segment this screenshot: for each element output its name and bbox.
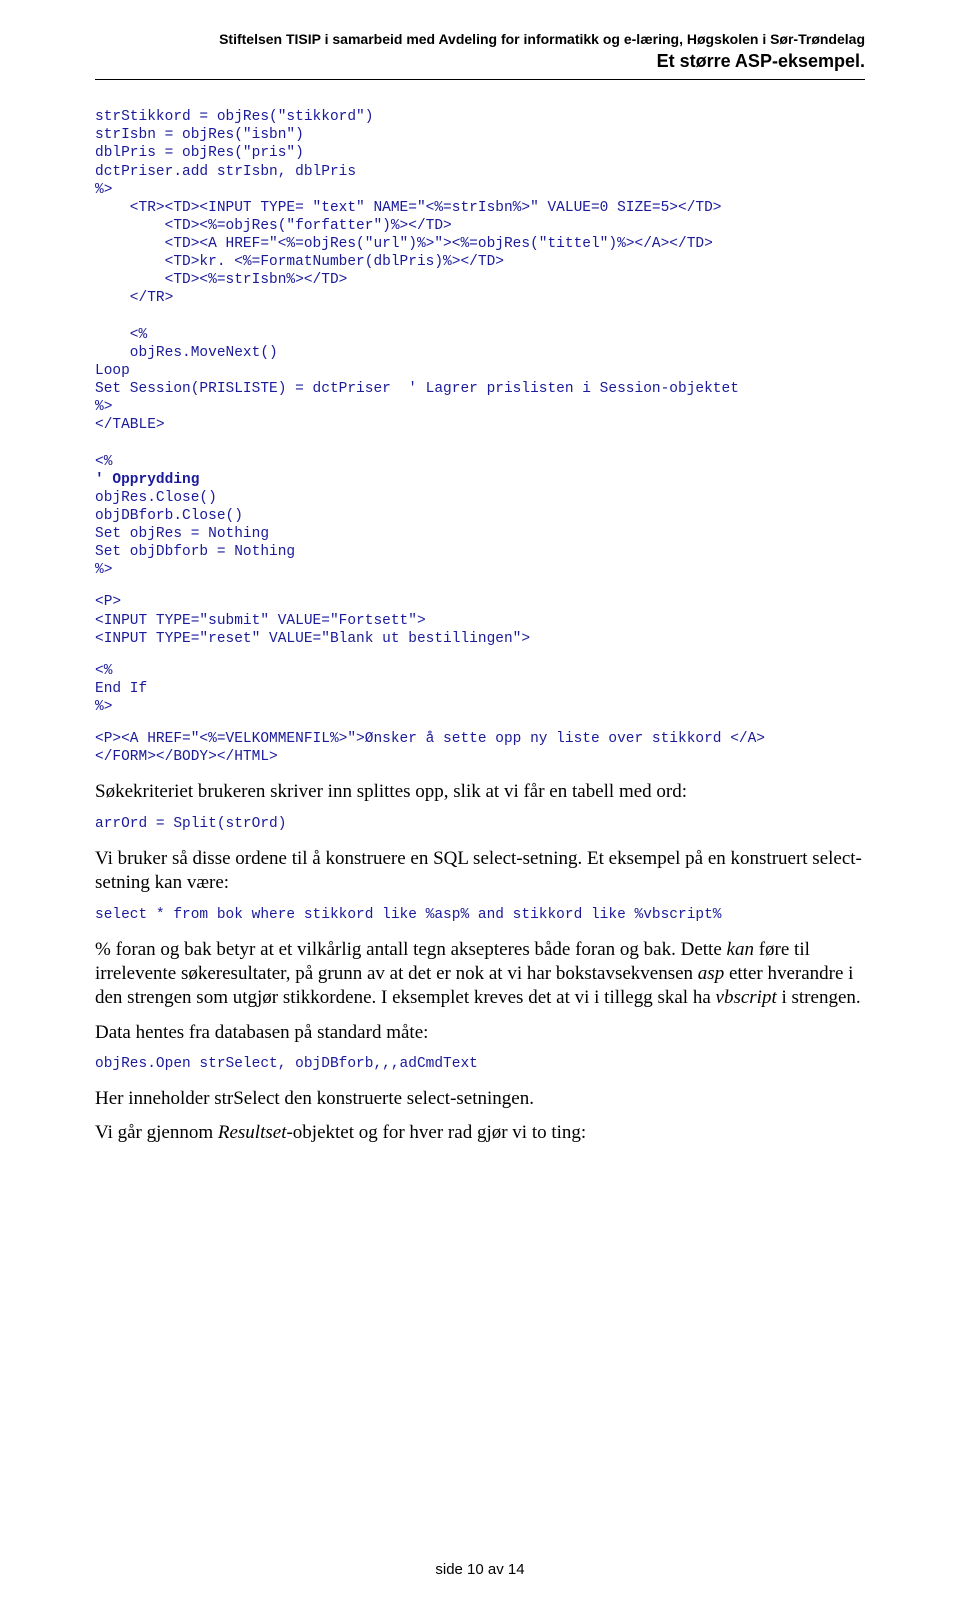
code-line-bold: ' Opprydding xyxy=(95,472,199,488)
text-run-italic: Resultset xyxy=(218,1122,287,1143)
code-line: %> xyxy=(95,399,112,415)
code-line: <TD><A HREF="<%=objRes("url")%>"><%=objR… xyxy=(95,236,713,252)
code-line: <TD><%=strIsbn%></TD> xyxy=(95,272,347,288)
code-line: objRes.Close() xyxy=(95,490,217,506)
paragraph-5: Her inneholder strSelect den konstruerte… xyxy=(95,1087,865,1111)
paragraph-2: Vi bruker så disse ordene til å konstrue… xyxy=(95,847,865,896)
text-run: % foran og bak betyr at et vilkårlig ant… xyxy=(95,939,727,960)
text-run: -objektet og for hver rad gjør vi to tin… xyxy=(286,1122,586,1143)
code-line: <TR><TD><INPUT TYPE= "text" NAME="<%=str… xyxy=(95,200,722,216)
code-line: <% xyxy=(95,663,112,679)
paragraph-3: % foran og bak betyr at et vilkårlig ant… xyxy=(95,938,865,1011)
code-line: strIsbn = objRes("isbn") xyxy=(95,127,304,143)
text-run: Vi går gjennom xyxy=(95,1122,218,1143)
page-footer: side 10 av 14 xyxy=(0,1561,960,1578)
code-line: </TABLE> xyxy=(95,417,165,433)
code-line: <P> xyxy=(95,594,121,610)
code-select: select * from bok where stikkord like %a… xyxy=(95,906,865,924)
code-line: </FORM></BODY></HTML> xyxy=(95,749,278,765)
paragraph-4: Data hentes fra databasen på standard må… xyxy=(95,1021,865,1045)
code-arrord: arrOrd = Split(strOrd) xyxy=(95,815,865,833)
code-line: <% xyxy=(95,327,147,343)
code-block-4: <P><A HREF="<%=VELKOMMENFIL%>">Ønsker å … xyxy=(95,730,865,766)
code-objresopen: objRes.Open strSelect, objDBforb,,,adCmd… xyxy=(95,1055,865,1073)
code-line: Set objRes = Nothing xyxy=(95,526,269,542)
code-line: strStikkord = objRes("stikkord") xyxy=(95,109,373,125)
code-line: Loop xyxy=(95,363,130,379)
code-block-3: <% End If %> xyxy=(95,662,865,716)
code-line: objRes.MoveNext() xyxy=(95,345,278,361)
code-line: <% xyxy=(95,454,112,470)
code-line: dblPris = objRes("pris") xyxy=(95,145,304,161)
header-line-1: Stiftelsen TISIP i samarbeid med Avdelin… xyxy=(95,30,865,49)
code-line: <INPUT TYPE="submit" VALUE="Fortsett"> xyxy=(95,613,426,629)
code-line: </TR> xyxy=(95,290,173,306)
code-line: %> xyxy=(95,699,112,715)
text-run-italic: vbscript xyxy=(716,987,777,1008)
code-line: %> xyxy=(95,562,112,578)
code-block-2: <P> <INPUT TYPE="submit" VALUE="Fortsett… xyxy=(95,593,865,647)
code-line: Set Session(PRISLISTE) = dctPriser ' Lag… xyxy=(95,381,739,397)
code-line: dctPriser.add strIsbn, dblPris xyxy=(95,164,356,180)
code-line: End If xyxy=(95,681,147,697)
code-block-1: strStikkord = objRes("stikkord") strIsbn… xyxy=(95,108,865,579)
code-line: Set objDbforb = Nothing xyxy=(95,544,295,560)
page: Stiftelsen TISIP i samarbeid med Avdelin… xyxy=(0,0,960,1616)
paragraph-6: Vi går gjennom Resultset-objektet og for… xyxy=(95,1121,865,1145)
paragraph-1: Søkekriteriet brukeren skriver inn split… xyxy=(95,780,865,804)
code-line: %> xyxy=(95,182,112,198)
content-area: strStikkord = objRes("stikkord") strIsbn… xyxy=(95,80,865,1145)
code-line: <INPUT TYPE="reset" VALUE="Blank ut best… xyxy=(95,631,530,647)
page-header: Stiftelsen TISIP i samarbeid med Avdelin… xyxy=(95,30,865,73)
code-line: <TD><%=objRes("forfatter")%></TD> xyxy=(95,218,452,234)
code-line: objDBforb.Close() xyxy=(95,508,243,524)
text-run-italic: asp xyxy=(698,963,724,984)
header-line-2: Et større ASP-eksempel. xyxy=(95,49,865,73)
text-run: i strengen. xyxy=(777,987,861,1008)
code-line: <TD>kr. <%=FormatNumber(dblPris)%></TD> xyxy=(95,254,504,270)
text-run-italic: kan xyxy=(727,939,754,960)
code-line: <P><A HREF="<%=VELKOMMENFIL%>">Ønsker å … xyxy=(95,731,765,747)
